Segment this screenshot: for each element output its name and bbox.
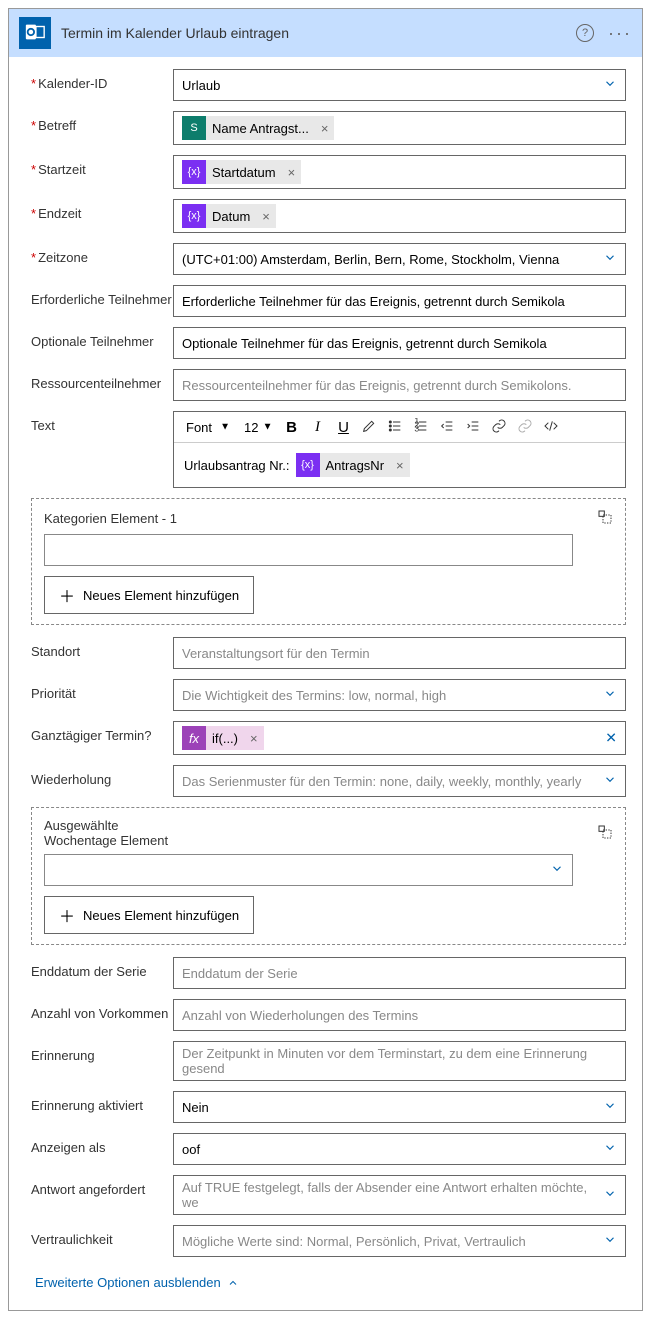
chevron-down-icon — [550, 862, 564, 879]
link-icon[interactable] — [488, 416, 510, 438]
svg-text:3: 3 — [415, 423, 420, 433]
label-erinnerung: Erinnerung — [31, 1041, 173, 1063]
chevron-down-icon — [603, 1187, 617, 1204]
token-expression[interactable]: fxif(...)× — [182, 726, 264, 750]
editor-content[interactable]: Urlaubsantrag Nr.: {x}AntragsNr× — [174, 443, 625, 487]
token-variable[interactable]: {x}Startdatum× — [182, 160, 301, 184]
label-enddatum: Enddatum der Serie — [31, 957, 173, 979]
label-startzeit: Startzeit — [31, 155, 173, 177]
chevron-down-icon — [603, 687, 617, 704]
wochentage-block: Ausgewählte Wochentage Element ＋Neues El… — [31, 807, 626, 945]
input-standort[interactable]: Veranstaltungsort für den Termin — [173, 637, 626, 669]
chevron-down-icon — [603, 77, 617, 94]
chevron-down-icon — [603, 1233, 617, 1250]
label-wiederholung: Wiederholung — [31, 765, 173, 787]
label-standort: Standort — [31, 637, 173, 659]
label-prioritaet: Priorität — [31, 679, 173, 701]
kategorien-block: Kategorien Element - 1 ＋Neues Element hi… — [31, 498, 626, 625]
input-erf-teilnehmer[interactable]: Erforderliche Teilnehmer für das Ereigni… — [173, 285, 626, 317]
font-select[interactable]: Font▼ — [180, 418, 234, 437]
outdent-icon[interactable] — [436, 416, 458, 438]
input-prioritaet[interactable]: Die Wichtigkeit des Termins: low, normal… — [173, 679, 626, 711]
label-zeitzone: Zeitzone — [31, 243, 173, 265]
chevron-down-icon — [603, 1099, 617, 1116]
input-res-teilnehmer[interactable]: Ressourcenteilnehmer für das Ereignis, g… — [173, 369, 626, 401]
input-antwort[interactable]: Auf TRUE festgelegt, falls der Absender … — [173, 1175, 626, 1215]
input-anzeigen-als[interactable]: oof — [173, 1133, 626, 1165]
chevron-down-icon — [603, 251, 617, 268]
underline-button[interactable]: U — [332, 416, 354, 438]
chevron-down-icon — [603, 773, 617, 790]
action-card: Termin im Kalender Urlaub eintragen ? ··… — [8, 8, 643, 1311]
bold-button[interactable]: B — [280, 416, 302, 438]
label-endzeit: Endzeit — [31, 199, 173, 221]
input-erinnerung-aktiv[interactable]: Nein — [173, 1091, 626, 1123]
input-enddatum[interactable]: Enddatum der Serie — [173, 957, 626, 989]
label-anzeigen-als: Anzeigen als — [31, 1133, 173, 1155]
card-title: Termin im Kalender Urlaub eintragen — [61, 25, 566, 41]
label-opt-teilnehmer: Optionale Teilnehmer — [31, 327, 173, 349]
unlink-icon[interactable] — [514, 416, 536, 438]
add-element-button[interactable]: ＋Neues Element hinzufügen — [44, 896, 254, 934]
add-element-button[interactable]: ＋Neues Element hinzufügen — [44, 576, 254, 614]
help-icon[interactable]: ? — [576, 24, 594, 42]
hide-advanced-options-link[interactable]: Erweiterte Optionen ausblenden — [31, 1267, 626, 1302]
indent-icon[interactable] — [462, 416, 484, 438]
italic-button[interactable]: I — [306, 416, 328, 438]
input-wiederholung[interactable]: Das Serienmuster für den Termin: none, d… — [173, 765, 626, 797]
token-remove-icon[interactable]: × — [244, 731, 264, 746]
label-erf-teilnehmer: Erforderliche Teilnehmer — [31, 285, 173, 307]
input-vertraulichkeit[interactable]: Mögliche Werte sind: Normal, Persönlich,… — [173, 1225, 626, 1257]
kategorien-input[interactable] — [44, 534, 573, 566]
array-toggle-icon[interactable] — [597, 509, 613, 528]
label-antwort: Antwort angefordert — [31, 1175, 173, 1197]
input-startzeit[interactable]: {x}Startdatum× — [173, 155, 626, 189]
wochentage-select[interactable] — [44, 854, 573, 886]
input-endzeit[interactable]: {x}Datum× — [173, 199, 626, 233]
label-erinnerung-aktiv: Erinnerung aktiviert — [31, 1091, 173, 1113]
number-list-icon[interactable]: 123 — [410, 416, 432, 438]
editor-toolbar: Font▼ 12▼ B I U 123 — [174, 412, 625, 443]
chevron-down-icon — [603, 1141, 617, 1158]
rich-text-editor: Font▼ 12▼ B I U 123 — [173, 411, 626, 488]
card-body: Kalender-ID Urlaub Betreff SName Antrags… — [9, 57, 642, 1310]
input-anzahl[interactable]: Anzahl von Wiederholungen des Termins — [173, 999, 626, 1031]
input-betreff[interactable]: SName Antragst...× — [173, 111, 626, 145]
code-view-icon[interactable] — [540, 416, 562, 438]
size-select[interactable]: 12▼ — [238, 418, 276, 437]
token-remove-icon[interactable]: × — [390, 458, 410, 473]
input-ganztag[interactable]: fxif(...)× ✕ — [173, 721, 626, 755]
token-remove-icon[interactable]: × — [282, 165, 302, 180]
token-variable[interactable]: {x}Datum× — [182, 204, 276, 228]
input-opt-teilnehmer[interactable]: Optionale Teilnehmer für das Ereignis, g… — [173, 327, 626, 359]
label-kalender-id: Kalender-ID — [31, 69, 173, 91]
wochentage-title: Ausgewählte Wochentage Element — [44, 818, 174, 848]
label-ganztag: Ganztägiger Termin? — [31, 721, 173, 743]
token-sharepoint[interactable]: SName Antragst...× — [182, 116, 334, 140]
array-toggle-icon[interactable] — [597, 824, 613, 843]
label-anzahl: Anzahl von Vorkommen — [31, 999, 173, 1021]
bullet-list-icon[interactable] — [384, 416, 406, 438]
token-variable[interactable]: {x}AntragsNr× — [296, 453, 410, 477]
card-header: Termin im Kalender Urlaub eintragen ? ··… — [9, 9, 642, 57]
clear-icon[interactable]: ✕ — [605, 730, 617, 747]
chevron-up-icon — [227, 1277, 239, 1289]
pencil-icon[interactable] — [358, 416, 380, 438]
input-erinnerung[interactable]: Der Zeitpunkt in Minuten vor dem Termins… — [173, 1041, 626, 1081]
token-remove-icon[interactable]: × — [256, 209, 276, 224]
outlook-icon — [19, 17, 51, 49]
label-text: Text — [31, 411, 173, 433]
label-vertraulichkeit: Vertraulichkeit — [31, 1225, 173, 1247]
token-remove-icon[interactable]: × — [315, 121, 335, 136]
more-icon[interactable]: ··· — [608, 23, 632, 44]
label-res-teilnehmer: Ressourcenteilnehmer — [31, 369, 173, 391]
input-kalender-id[interactable]: Urlaub — [173, 69, 626, 101]
label-betreff: Betreff — [31, 111, 173, 133]
input-zeitzone[interactable]: (UTC+01:00) Amsterdam, Berlin, Bern, Rom… — [173, 243, 626, 275]
kategorien-title: Kategorien Element - 1 — [44, 511, 177, 526]
